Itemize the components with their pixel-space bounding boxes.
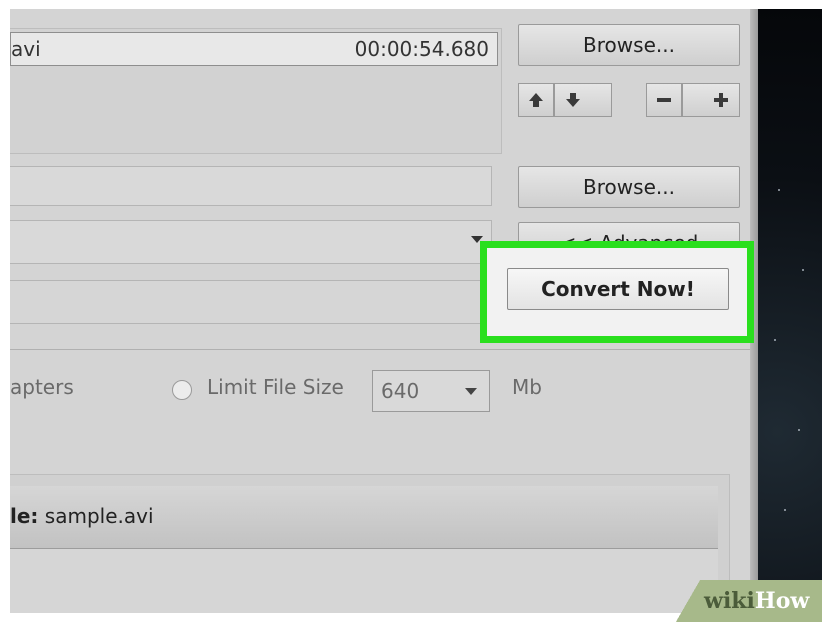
watermark-how: How <box>754 588 810 614</box>
browse-output-button[interactable]: Browse... <box>518 166 740 208</box>
divider <box>10 349 758 350</box>
size-unit-label: Mb <box>512 375 542 399</box>
info-label: le: <box>10 504 39 528</box>
chevron-down-icon <box>465 388 477 395</box>
file-size-select[interactable]: 640 <box>372 370 490 412</box>
add-file-button[interactable] <box>682 83 740 117</box>
plus-icon <box>714 93 728 107</box>
file-name: avi <box>11 37 41 61</box>
move-down-button[interactable] <box>554 83 612 117</box>
wikihow-watermark: wikiHow <box>668 580 822 622</box>
file-list-row[interactable]: avi 00:00:54.680 <box>10 32 498 66</box>
limit-file-size-radio[interactable] <box>172 380 192 400</box>
watermark-wiki: wiki <box>704 588 755 614</box>
move-up-button[interactable] <box>518 83 554 117</box>
info-file-name: sample.avi <box>44 504 154 528</box>
info-body <box>10 549 718 613</box>
info-header: le: sample.avi <box>10 486 718 549</box>
limit-file-size-label[interactable]: Limit File Size <box>207 375 344 399</box>
chapters-option-label[interactable]: apters <box>10 375 74 399</box>
file-duration: 00:00:54.680 <box>354 37 489 61</box>
convert-now-button[interactable]: Convert Now! <box>507 268 729 310</box>
arrow-down-icon <box>566 93 580 107</box>
format-dropdown[interactable] <box>10 220 492 264</box>
desktop-background <box>758 9 822 613</box>
arrow-up-icon <box>529 93 543 107</box>
browse-input-button[interactable]: Browse... <box>518 24 740 66</box>
output-folder-field[interactable] <box>10 166 492 206</box>
progress-field <box>10 280 492 324</box>
file-size-value: 640 <box>381 379 420 403</box>
minus-icon <box>657 98 671 102</box>
remove-file-button[interactable] <box>646 83 682 117</box>
